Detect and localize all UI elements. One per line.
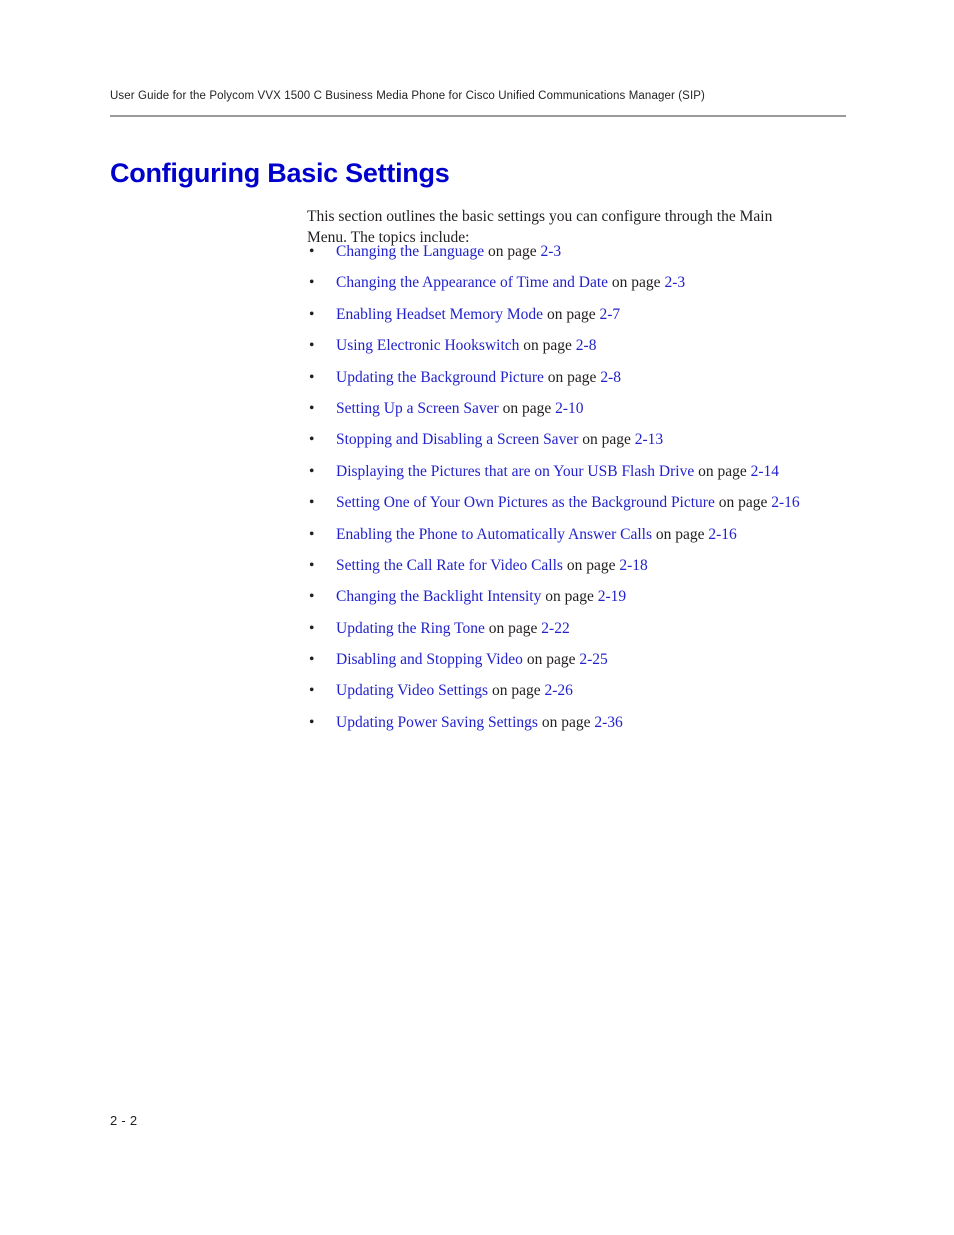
topic-link[interactable]: Changing the Appearance of Time and Date	[336, 274, 608, 291]
topic-link[interactable]: Updating the Ring Tone	[336, 620, 485, 637]
topic-link[interactable]: Changing the Language	[336, 243, 484, 260]
on-page-label: on page	[546, 305, 600, 323]
list-item: • Updating Power Saving Settings on page …	[307, 712, 907, 734]
list-item: • Setting One of Your Own Pictures as the…	[307, 492, 907, 514]
bullet-icon: •	[309, 682, 315, 700]
topic-page-link[interactable]: 2-36	[594, 714, 622, 731]
topic-page-link[interactable]: 2-26	[544, 682, 572, 699]
bullet-icon: •	[309, 619, 315, 637]
on-page-label: on page	[545, 588, 598, 606]
topic-link[interactable]: Enabling Headset Memory Mode	[336, 306, 543, 323]
list-item: • Setting the Call Rate for Video Calls o…	[307, 555, 907, 577]
topic-link[interactable]: Setting One of Your Own Pictures as the …	[336, 494, 715, 511]
list-item: • Enabling the Phone to Automatically Ans…	[307, 524, 907, 546]
topic-page-link[interactable]: 2-7	[599, 306, 620, 323]
topic-page-link[interactable]: 2-16	[708, 526, 736, 543]
on-page-label: on page	[611, 274, 665, 292]
topic-link[interactable]: Disabling and Stopping Video	[336, 651, 523, 668]
topic-page-link[interactable]: 2-8	[576, 337, 597, 354]
topic-link[interactable]: Updating Video Settings	[336, 682, 488, 699]
on-page-label: on page	[547, 368, 601, 386]
topic-link[interactable]: Stopping and Disabling a Screen Saver	[336, 431, 578, 448]
bullet-icon: •	[309, 494, 315, 512]
page-number: 2 - 2	[110, 1113, 138, 1128]
on-page-label: on page	[582, 431, 635, 449]
list-item: • Changing the Backlight Intensity on pag…	[307, 586, 907, 608]
header-divider	[110, 115, 846, 117]
bullet-icon: •	[309, 243, 315, 260]
topic-page-link[interactable]: 2-13	[635, 431, 663, 448]
bullet-icon: •	[309, 556, 315, 574]
on-page-label: on page	[491, 682, 545, 700]
list-item: • Disabling and Stopping Video on page 2-…	[307, 649, 907, 671]
bullet-icon: •	[309, 399, 315, 417]
bullet-icon: •	[309, 462, 315, 480]
list-item: • Updating Video Settings on page 2-26	[307, 680, 907, 702]
list-item: • Displaying the Pictures that are on You…	[307, 461, 907, 483]
topic-link[interactable]: Changing the Backlight Intensity	[336, 588, 541, 605]
list-item: • Enabling Headset Memory Mode on page 2-…	[307, 304, 907, 326]
bullet-icon: •	[309, 305, 315, 323]
topic-page-link[interactable]: 2-3	[664, 274, 685, 291]
on-page-label: on page	[655, 525, 709, 543]
topic-page-link[interactable]: 2-22	[541, 620, 569, 637]
on-page-label: on page	[566, 556, 620, 574]
bullet-icon: •	[309, 368, 315, 386]
on-page-label: on page	[487, 243, 541, 260]
topic-page-link[interactable]: 2-25	[579, 651, 607, 668]
bullet-icon: •	[309, 713, 315, 731]
topic-page-link[interactable]: 2-19	[598, 588, 626, 605]
bullet-icon: •	[309, 431, 315, 449]
list-item: • Changing the Language on page 2-3	[307, 241, 907, 263]
topic-page-link[interactable]: 2-16	[771, 494, 799, 511]
topic-link[interactable]: Setting Up a Screen Saver	[336, 400, 499, 417]
on-page-label: on page	[526, 651, 580, 669]
on-page-label: on page	[718, 494, 772, 512]
bullet-icon: •	[309, 274, 315, 292]
bullet-icon: •	[309, 651, 315, 669]
topic-link[interactable]: Enabling the Phone to Automatically Answ…	[336, 526, 652, 543]
document-page: User Guide for the Polycom VVX 1500 C Bu…	[0, 0, 954, 1235]
running-header: User Guide for the Polycom VVX 1500 C Bu…	[110, 90, 706, 102]
list-item: • Setting Up a Screen Saver on page 2-10	[307, 398, 907, 420]
list-item: • Changing the Appearance of Time and Dat…	[307, 272, 907, 294]
on-page-label: on page	[523, 337, 576, 355]
topic-link[interactable]: Using Electronic Hookswitch	[336, 337, 519, 354]
list-item: • Using Electronic Hookswitch on page 2-8	[307, 335, 907, 357]
topic-list: • Changing the Language on page 2-3 • Chang…	[307, 241, 907, 743]
on-page-label: on page	[502, 399, 556, 417]
topic-page-link[interactable]: 2-8	[600, 369, 621, 386]
list-item: • Stopping and Disabling a Screen Saver o…	[307, 429, 907, 451]
topic-link[interactable]: Updating Power Saving Settings	[336, 714, 538, 731]
topic-page-link[interactable]: 2-14	[751, 463, 779, 480]
topic-page-link[interactable]: 2-10	[555, 400, 583, 417]
topic-link[interactable]: Displaying the Pictures that are on Your…	[336, 463, 694, 480]
list-item: • Updating the Background Picture on page…	[307, 367, 907, 389]
page-title: Configuring Basic Settings	[110, 158, 450, 189]
bullet-icon: •	[309, 337, 315, 355]
on-page-label: on page	[488, 619, 542, 637]
topic-page-link[interactable]: 2-18	[619, 557, 647, 574]
on-page-label: on page	[698, 462, 751, 480]
topic-page-link[interactable]: 2-3	[540, 243, 561, 260]
bullet-icon: •	[309, 525, 315, 543]
on-page-label: on page	[541, 713, 595, 731]
topic-link[interactable]: Setting the Call Rate for Video Calls	[336, 557, 563, 574]
topic-link[interactable]: Updating the Background Picture	[336, 369, 544, 386]
bullet-icon: •	[309, 588, 315, 606]
list-item: • Updating the Ring Tone on page 2-22	[307, 618, 907, 640]
